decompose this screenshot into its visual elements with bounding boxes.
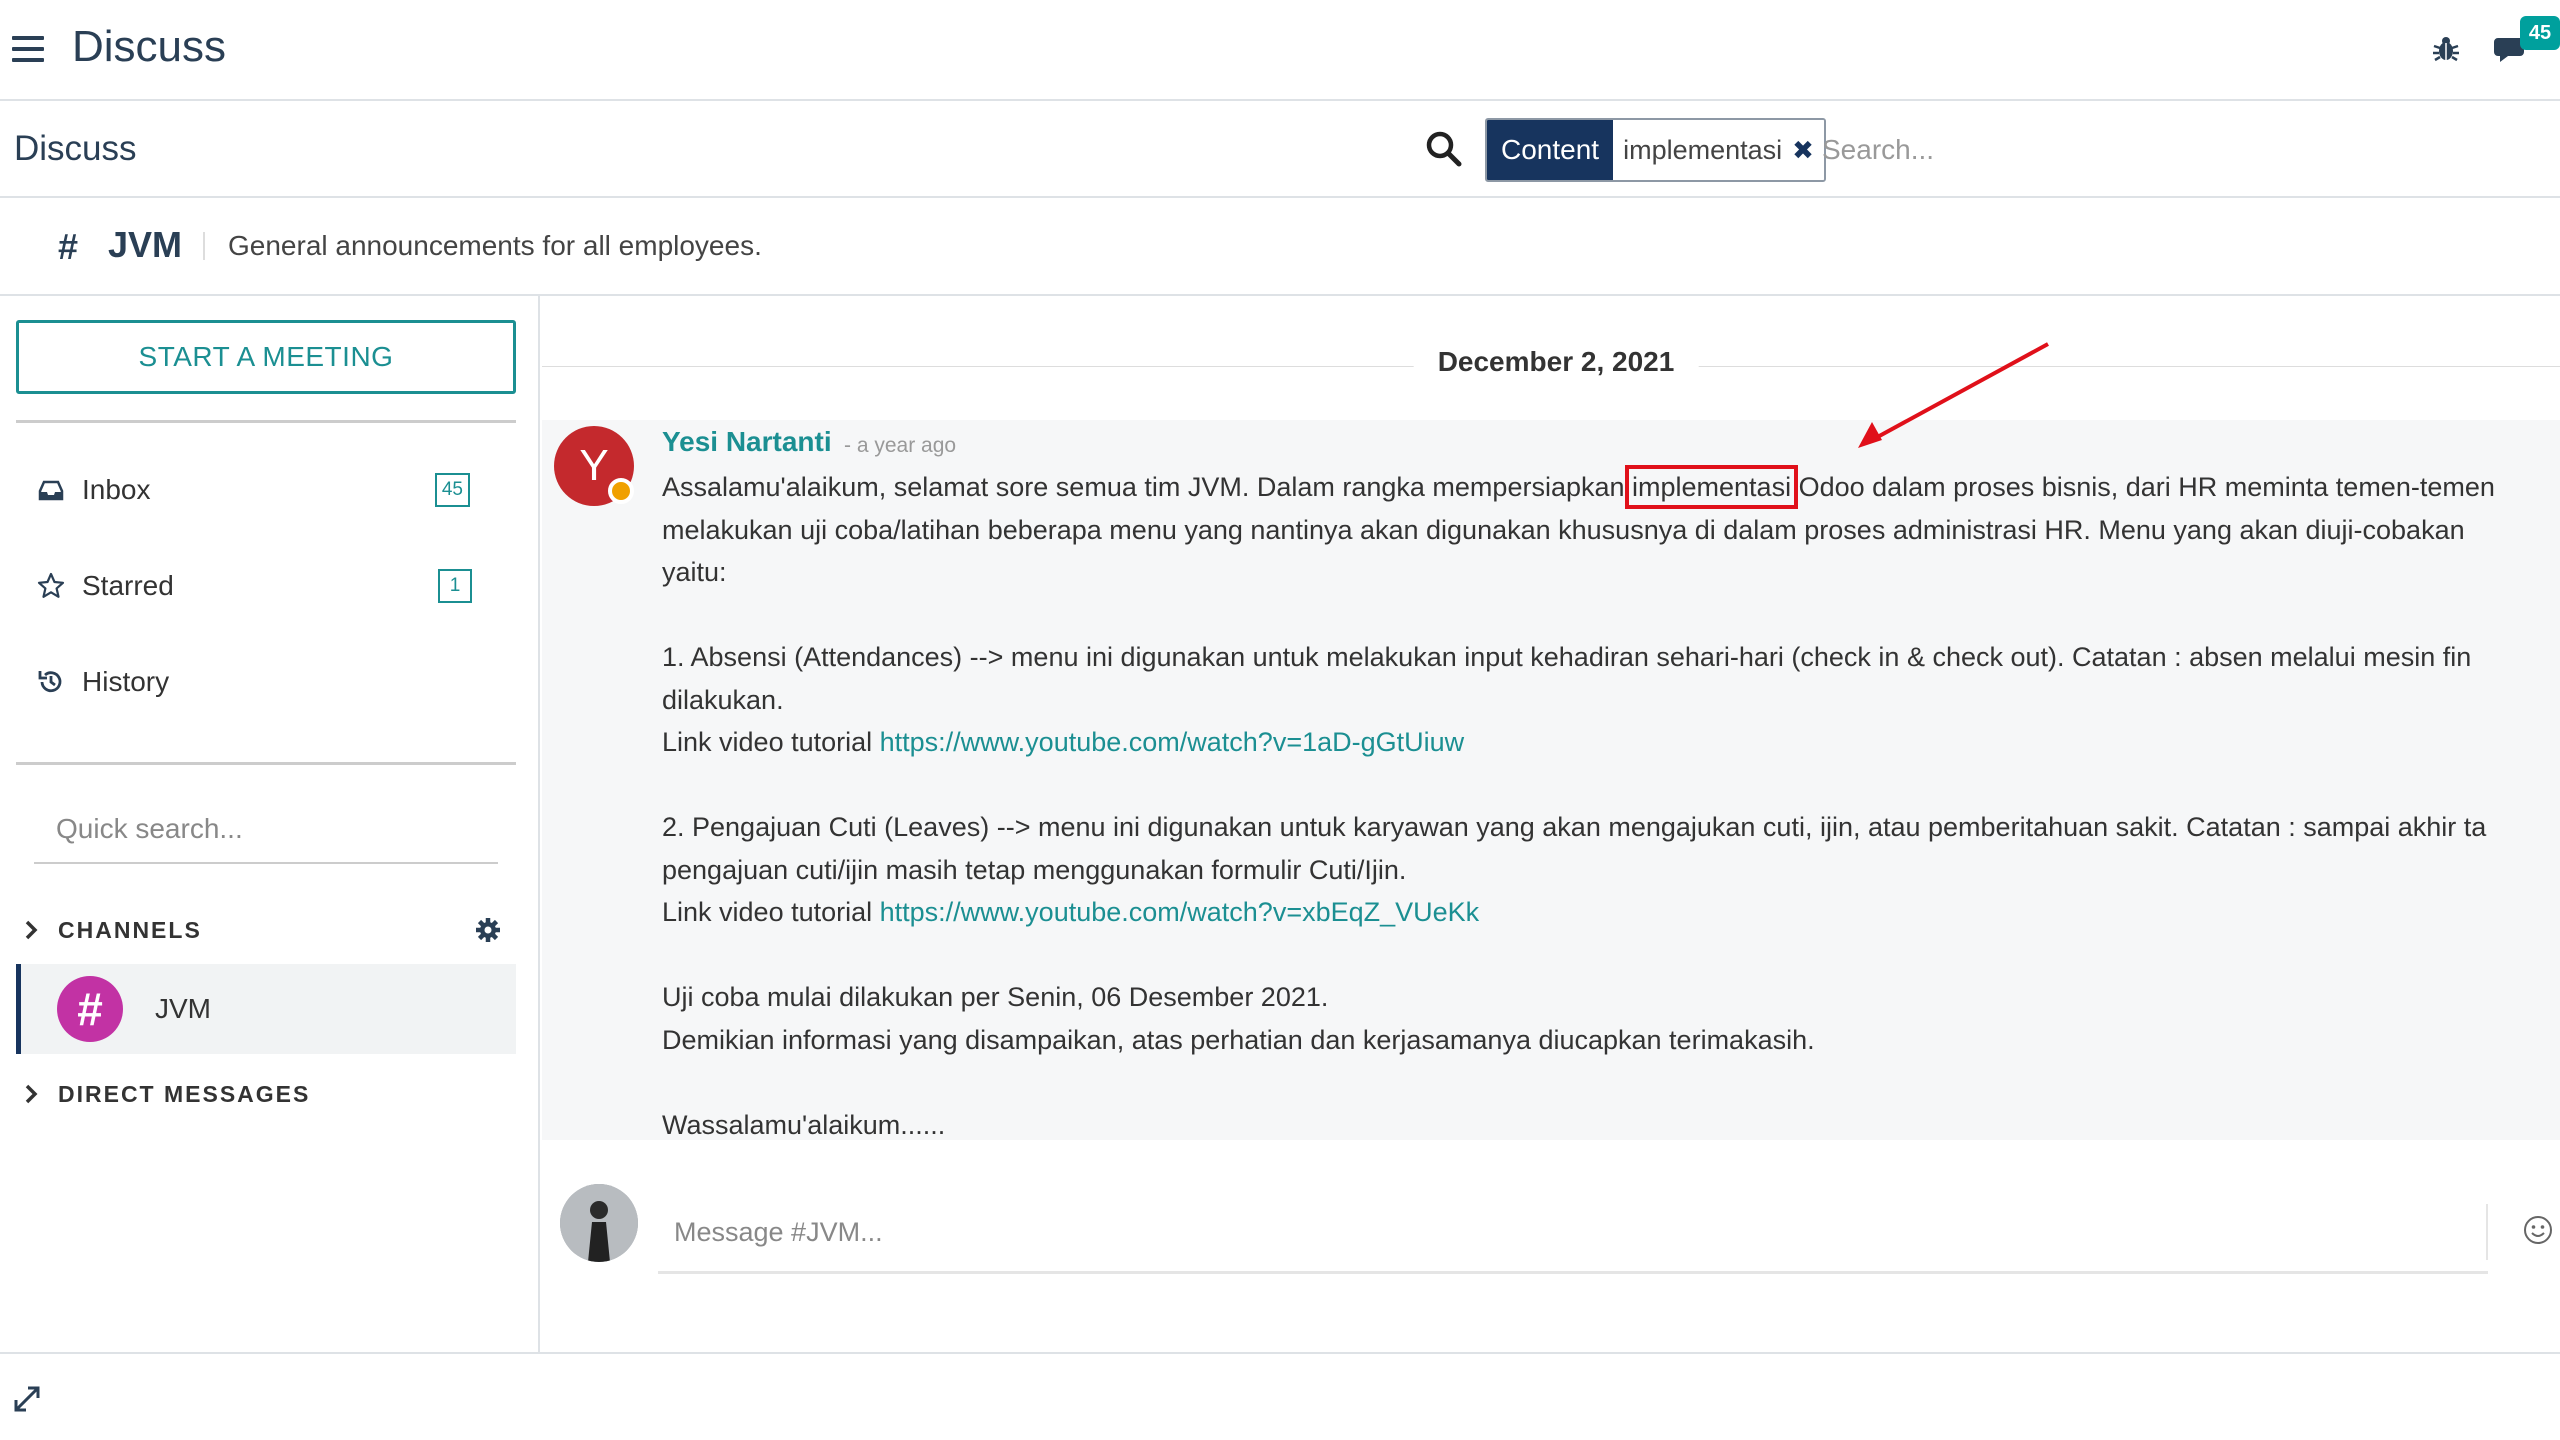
message-line: Assalamu'alaikum, selamat sore semua tim…	[662, 465, 2560, 509]
inbox-label: Inbox	[82, 474, 151, 505]
facet-value: implementasi ✖	[1613, 120, 1824, 180]
menu-icon[interactable]	[12, 36, 44, 62]
message-line: pengajuan cuti/ijin masih tetap mengguna…	[662, 854, 1407, 885]
message-thread: December 2, 2021 Y Yesi Nartanti - a yea…	[542, 296, 2560, 1352]
inbox-counter: 45	[434, 473, 470, 507]
annotation-arrow-icon	[1858, 342, 2049, 448]
emoji-icon[interactable]	[2522, 1214, 2554, 1246]
date-separator-text: December 2, 2021	[1413, 346, 1699, 378]
top-navbar: Discuss 45	[0, 0, 2560, 101]
starred-counter: 1	[438, 569, 472, 603]
user-photo-icon	[560, 1184, 638, 1262]
channels-label: CHANNELS	[58, 916, 202, 943]
message-text: Assalamu'alaikum, selamat sore semua tim…	[662, 472, 1633, 502]
breadcrumb: Discuss	[14, 129, 137, 168]
message-text: Link video tutorial	[662, 897, 880, 927]
channel-header: # JVM General announcements for all empl…	[0, 198, 2560, 296]
message-line: 1. Absensi (Attendances) --> menu ini di…	[662, 642, 2472, 672]
message-line: melakukan uji coba/latihan beberapa menu…	[662, 514, 2465, 545]
message-author[interactable]: Yesi Nartanti	[662, 426, 832, 458]
search-facet: Content implementasi ✖	[1485, 118, 1826, 182]
inbox-icon	[38, 480, 64, 501]
message-line: Wassalamu'alaikum......	[662, 1109, 946, 1140]
message-composer-input[interactable]	[658, 1194, 2488, 1274]
away-status-icon	[608, 478, 634, 504]
composer-divider	[2486, 1204, 2488, 1260]
message-line: Demikian informasi yang disampaikan, ata…	[662, 1024, 1815, 1055]
sidebar-divider	[16, 420, 516, 423]
message-line: dilakukan.	[662, 684, 784, 715]
bug-icon[interactable]	[2430, 32, 2462, 64]
sidebar-item-starred[interactable]: Starred 1	[36, 556, 496, 616]
start-meeting-button[interactable]: START A MEETING	[16, 320, 516, 394]
remove-facet-icon[interactable]: ✖	[1792, 120, 1814, 180]
message-text: Odoo dalam proses bisnis, dari HR memint…	[1791, 472, 2495, 502]
header-divider	[203, 232, 205, 260]
notification-badge: 45	[2520, 16, 2560, 50]
control-panel: Discuss Content implementasi ✖	[0, 101, 2560, 198]
tutorial-link-attendances[interactable]: https://www.youtube.com/watch?v=1aD-gGtU…	[880, 727, 1465, 757]
direct-messages-label: DIRECT MESSAGES	[58, 1080, 311, 1107]
channel-title: JVM	[108, 224, 183, 265]
starred-label: Starred	[82, 570, 174, 601]
star-icon	[37, 572, 65, 598]
channels-category[interactable]: CHANNELS	[22, 910, 502, 950]
sidebar-item-history[interactable]: History	[36, 652, 496, 712]
quick-search-input[interactable]	[34, 796, 498, 864]
channel-item-jvm[interactable]: # JVM	[16, 964, 516, 1054]
message-line: Link video tutorial https://www.youtube.…	[662, 891, 2560, 934]
channel-avatar: #	[57, 976, 123, 1042]
sidebar-item-inbox[interactable]: Inbox 45	[36, 460, 496, 520]
channel-hash-icon: #	[58, 226, 79, 267]
message: Y Yesi Nartanti - a year ago Assalamu'al…	[542, 420, 2560, 1140]
sidebar-divider	[16, 762, 516, 765]
facet-label: Content	[1487, 120, 1614, 180]
message-line: Uji coba mulai dilakukan per Senin, 06 D…	[662, 982, 1329, 1012]
history-icon	[38, 671, 62, 693]
chevron-right-icon	[25, 1084, 38, 1104]
facet-value-text: implementasi	[1623, 135, 1783, 165]
direct-messages-category[interactable]: DIRECT MESSAGES	[22, 1074, 502, 1114]
message-date: - a year ago	[844, 434, 957, 457]
message-text: Link video tutorial	[662, 727, 880, 757]
message-line: 2. Pengajuan Cuti (Leaves) --> menu ini …	[662, 812, 2487, 842]
tutorial-link-leaves[interactable]: https://www.youtube.com/watch?v=xbEqZ_VU…	[880, 897, 1480, 927]
highlighted-search-term: implementasi	[1625, 465, 1799, 509]
message-body: Assalamu'alaikum, selamat sore semua tim…	[662, 465, 2560, 1146]
current-user-avatar	[560, 1184, 638, 1262]
date-separator: December 2, 2021	[542, 346, 2560, 386]
chevron-right-icon	[25, 920, 38, 940]
gear-icon[interactable]	[474, 916, 502, 944]
channel-name: JVM	[155, 993, 211, 1024]
expand-icon[interactable]	[12, 1384, 42, 1414]
search-input[interactable]	[1822, 121, 2542, 179]
discuss-sidebar: START A MEETING Inbox 45 Starred 1 Histo…	[0, 296, 540, 1352]
history-label: History	[82, 666, 170, 697]
bottom-bar	[0, 1352, 2560, 1440]
channel-description[interactable]: General announcements for all employees.	[228, 230, 762, 262]
message-line: yaitu:	[662, 557, 727, 587]
app-title: Discuss	[72, 22, 227, 71]
message-line: Link video tutorial https://www.youtube.…	[662, 721, 2560, 764]
search-icon[interactable]	[1424, 129, 1464, 169]
